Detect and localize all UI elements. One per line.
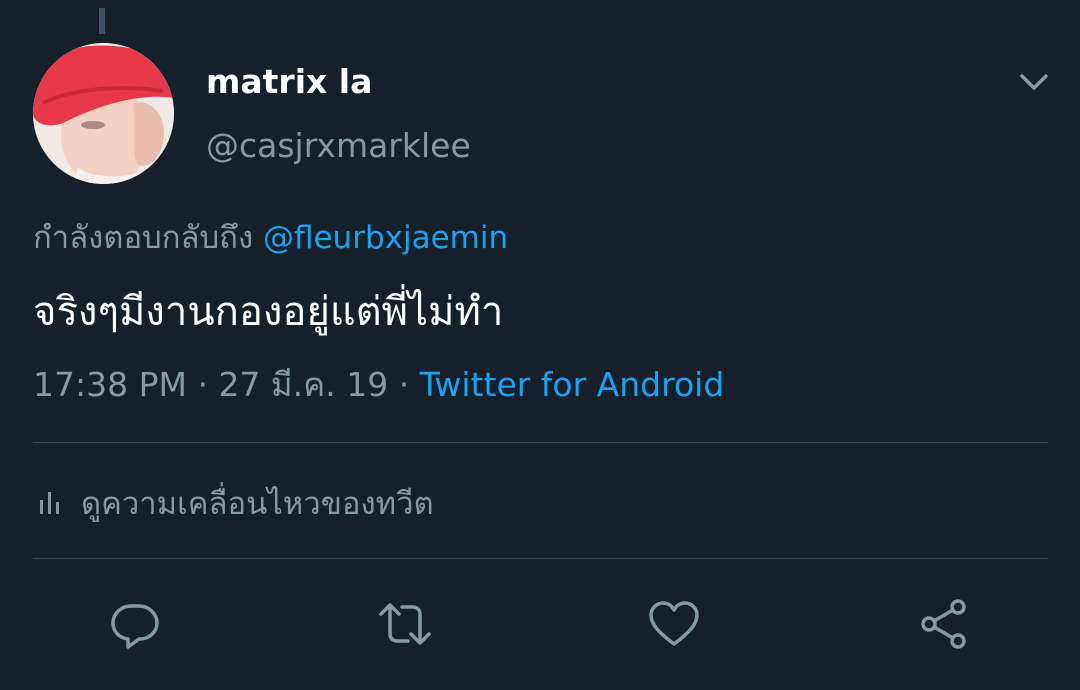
like-button[interactable]: [646, 596, 702, 652]
tweet-meta: 17:38 PM · 27 มี.ค. 19 · Twitter for And…: [33, 364, 724, 406]
reply-icon: [111, 604, 159, 649]
reply-button[interactable]: [107, 596, 163, 652]
heart-icon: [649, 601, 699, 646]
tweet-date: 27 มี.ค. 19: [218, 365, 389, 404]
display-name[interactable]: matrix la: [206, 62, 372, 102]
avatar[interactable]: [33, 43, 174, 184]
meta-separator: ·: [186, 365, 219, 404]
avatar-image: [33, 43, 174, 184]
thread-connector-line: [99, 8, 105, 34]
share-icon: [921, 599, 966, 649]
divider: [33, 442, 1048, 443]
divider: [33, 558, 1048, 559]
user-handle[interactable]: @casjrxmarklee: [206, 126, 471, 166]
meta-separator: ·: [388, 365, 420, 404]
tweet-time: 17:38 PM: [33, 365, 187, 404]
tweet-source-link[interactable]: Twitter for Android: [420, 365, 725, 404]
retweet-button[interactable]: [377, 596, 433, 652]
share-button[interactable]: [916, 596, 972, 652]
bar-chart-icon: [40, 492, 59, 514]
view-tweet-activity[interactable]: ดูความเคลื่อนไหวของทวีต: [33, 482, 434, 524]
replying-to-label: กำลังตอบกลับถึง: [33, 220, 263, 256]
reply-mention-link[interactable]: @fleurbxjaemin: [263, 220, 508, 256]
chevron-down-icon: [1020, 74, 1048, 90]
replying-to: กำลังตอบกลับถึง @fleurbxjaemin: [33, 218, 508, 258]
tweet-text: จริงๆมีงานกองอยู่แต่พี่ไม่ทำ: [33, 289, 504, 335]
tweet-options-button[interactable]: [1014, 62, 1054, 102]
view-tweet-activity-label: ดูความเคลื่อนไหวของทวีต: [81, 486, 434, 522]
retweet-icon: [379, 603, 431, 645]
tweet-detail-view: matrix la @casjrxmarklee กำลังตอบกลับถึง…: [0, 0, 1080, 690]
